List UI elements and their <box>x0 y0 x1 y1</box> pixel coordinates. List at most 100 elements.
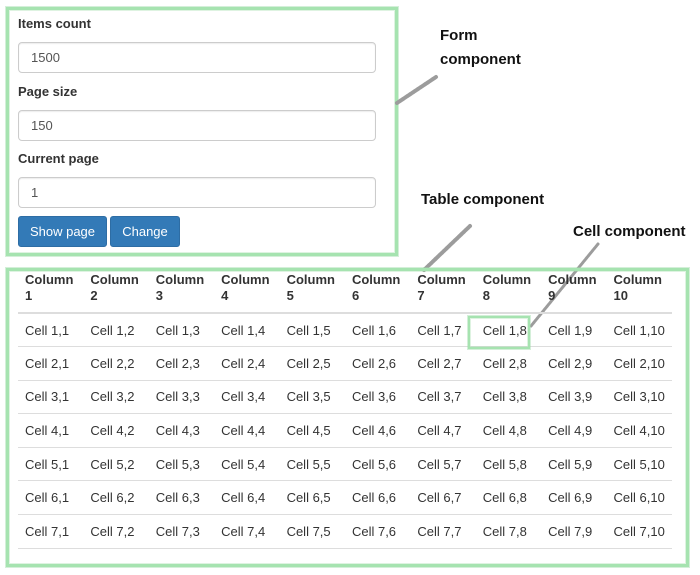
table-cell: Cell 3,8 <box>475 379 542 414</box>
column-header-number: 9 <box>548 288 556 303</box>
table-cell: Cell 1,5 <box>286 322 331 338</box>
table-cell: Cell 2,9 <box>541 346 607 381</box>
table-cell: Cell 6,5 <box>279 480 345 515</box>
items-count-group: Items count <box>18 15 376 73</box>
table-header-row: Column 1 Column 2 Column 3 Column 4 Column 5 Colum… <box>18 270 672 314</box>
table-row: Cell 7,1 Cell 7,2 Cell 7,3 Cell 7,4 Cell 7,5… <box>18 514 672 549</box>
column-header-number: 7 <box>417 288 425 303</box>
table-cell: Cell 7,10 <box>606 514 672 549</box>
table-cell: Cell 4,5 <box>279 413 345 448</box>
column-header-text: Column <box>417 272 466 287</box>
table-cell: Cell 4,2 <box>83 413 149 448</box>
table-cell: Cell 2,4 <box>214 346 280 381</box>
current-page-group: Current page <box>18 150 376 208</box>
column-header-8: Column 8 <box>475 270 542 314</box>
table-cell: Cell 3,1 <box>18 379 84 414</box>
table-cell: Cell 5,7 <box>410 446 476 481</box>
table-cell: Cell 5,9 <box>541 446 607 481</box>
column-header-7: Column 7 <box>410 270 476 314</box>
column-header-text: Column <box>286 272 335 287</box>
column-header-number: 8 <box>482 288 490 303</box>
column-header-number: 2 <box>90 288 98 303</box>
table-cell: Cell 4,8 <box>475 413 542 448</box>
column-header-text: Column <box>351 272 401 287</box>
table-cell: Cell 5,2 <box>83 446 149 481</box>
column-header-3: Column 3 <box>148 270 215 314</box>
table-cell: Cell 2,1 <box>18 346 84 381</box>
column-header-5: Column 5 <box>279 270 345 314</box>
change-button[interactable]: Change <box>110 216 180 247</box>
column-header-9: Column 9 <box>541 270 607 314</box>
table-cell: Cell 4,9 <box>541 413 607 448</box>
form-annotation-line1: Form <box>440 27 478 44</box>
cell-component-highlight <box>468 316 530 349</box>
column-header-text: Column <box>90 272 139 287</box>
table-cell: Cell 3,2 <box>83 379 149 414</box>
table-cell: Cell 7,1 <box>18 514 84 549</box>
table-cell: Cell 7,3 <box>148 514 215 549</box>
table-cell: Cell 3,4 <box>214 379 280 414</box>
table-cell: Cell 2,3 <box>148 346 215 381</box>
table-cell: Cell 1,1 <box>25 322 70 338</box>
page-size-group: Page size <box>18 83 376 141</box>
table-cell: Cell 2,10 <box>606 346 672 381</box>
table-row: Cell 1,1 Cell 1,2 Cell 1,3 Cell 1,4 Cell 1,5… <box>18 313 672 347</box>
column-header-text: Column <box>221 272 270 287</box>
table-row: Cell 3,1 Cell 3,2 Cell 3,3 Cell 3,4 Cell 3,5… <box>18 379 672 414</box>
page-size-input[interactable] <box>18 110 376 141</box>
page-size-label: Page size <box>18 84 78 99</box>
show-page-button[interactable]: Show page <box>18 216 107 247</box>
column-header-6: Column 6 <box>344 270 411 314</box>
table-cell: Cell 3,5 <box>279 379 345 414</box>
column-header-number: 4 <box>221 288 229 303</box>
table-cell: Cell 7,4 <box>214 514 280 549</box>
table-cell: Cell 2,2 <box>83 346 149 381</box>
table-cell: Cell 5,5 <box>279 446 345 481</box>
table-cell: Cell 2,5 <box>279 346 345 381</box>
table-cell: Cell 4,3 <box>148 413 215 448</box>
form-arrow-line <box>395 75 438 105</box>
table-cell: Cell 4,7 <box>410 413 476 448</box>
table-cell: Cell 1,7 <box>417 322 462 338</box>
column-header-4: Column 4 <box>214 270 280 314</box>
table-row: Cell 6,1 Cell 6,2 Cell 6,3 Cell 6,4 Cell 6,5… <box>18 480 672 515</box>
items-count-label: Items count <box>18 16 91 31</box>
table-cell: Cell 6,6 <box>344 480 411 515</box>
table-cell: Cell 6,2 <box>83 480 149 515</box>
table-cell: Cell 1,4 <box>221 322 266 338</box>
column-header-number: 3 <box>155 288 164 303</box>
table-cell: Cell 1,6 <box>351 322 397 338</box>
current-page-input[interactable] <box>18 177 376 208</box>
column-header-text: Column <box>482 272 532 287</box>
table-cell: Cell 3,9 <box>541 379 607 414</box>
column-header-text: Column <box>25 272 74 287</box>
table-cell: Cell 1,9 <box>548 322 593 338</box>
column-header-text: Column <box>155 272 205 287</box>
column-header-10: Column 10 <box>606 270 672 314</box>
cell-component-annotation: Cell component <box>573 223 686 240</box>
table-row: Cell 4,1 Cell 4,2 Cell 4,3 Cell 4,4 Cell 4,5… <box>18 413 672 448</box>
table-cell: Cell 5,10 <box>606 446 672 481</box>
table-cell: Cell 4,4 <box>214 413 280 448</box>
table-cell: Cell 2,6 <box>344 346 411 381</box>
column-header-number: 10 <box>613 288 628 303</box>
items-count-input[interactable] <box>18 42 376 73</box>
table-cell: Cell 5,6 <box>344 446 411 481</box>
table-cell: Cell 7,5 <box>279 514 345 549</box>
table-cell: Cell 6,9 <box>541 480 607 515</box>
table-cell: Cell 6,1 <box>18 480 84 515</box>
table-cell: Cell 3,10 <box>606 379 672 414</box>
table-row: Cell 5,1 Cell 5,2 Cell 5,3 Cell 5,4 Cell 5,5… <box>18 446 672 481</box>
column-header-2: Column 2 <box>83 270 149 314</box>
table-cell: Cell 7,9 <box>541 514 607 549</box>
table-cell: Cell 1,10 <box>613 322 665 338</box>
table-cell: Cell 6,8 <box>475 480 542 515</box>
table-cell: Cell 6,7 <box>410 480 476 515</box>
table-cell: Cell 5,3 <box>148 446 215 481</box>
column-header-number: 1 <box>25 288 33 303</box>
table-cell: Cell 7,7 <box>410 514 476 549</box>
table-cell: Cell 7,6 <box>344 514 411 549</box>
table-cell: Cell 4,1 <box>18 413 84 448</box>
column-header-number: 6 <box>351 288 360 303</box>
table-cell: Cell 2,7 <box>410 346 476 381</box>
